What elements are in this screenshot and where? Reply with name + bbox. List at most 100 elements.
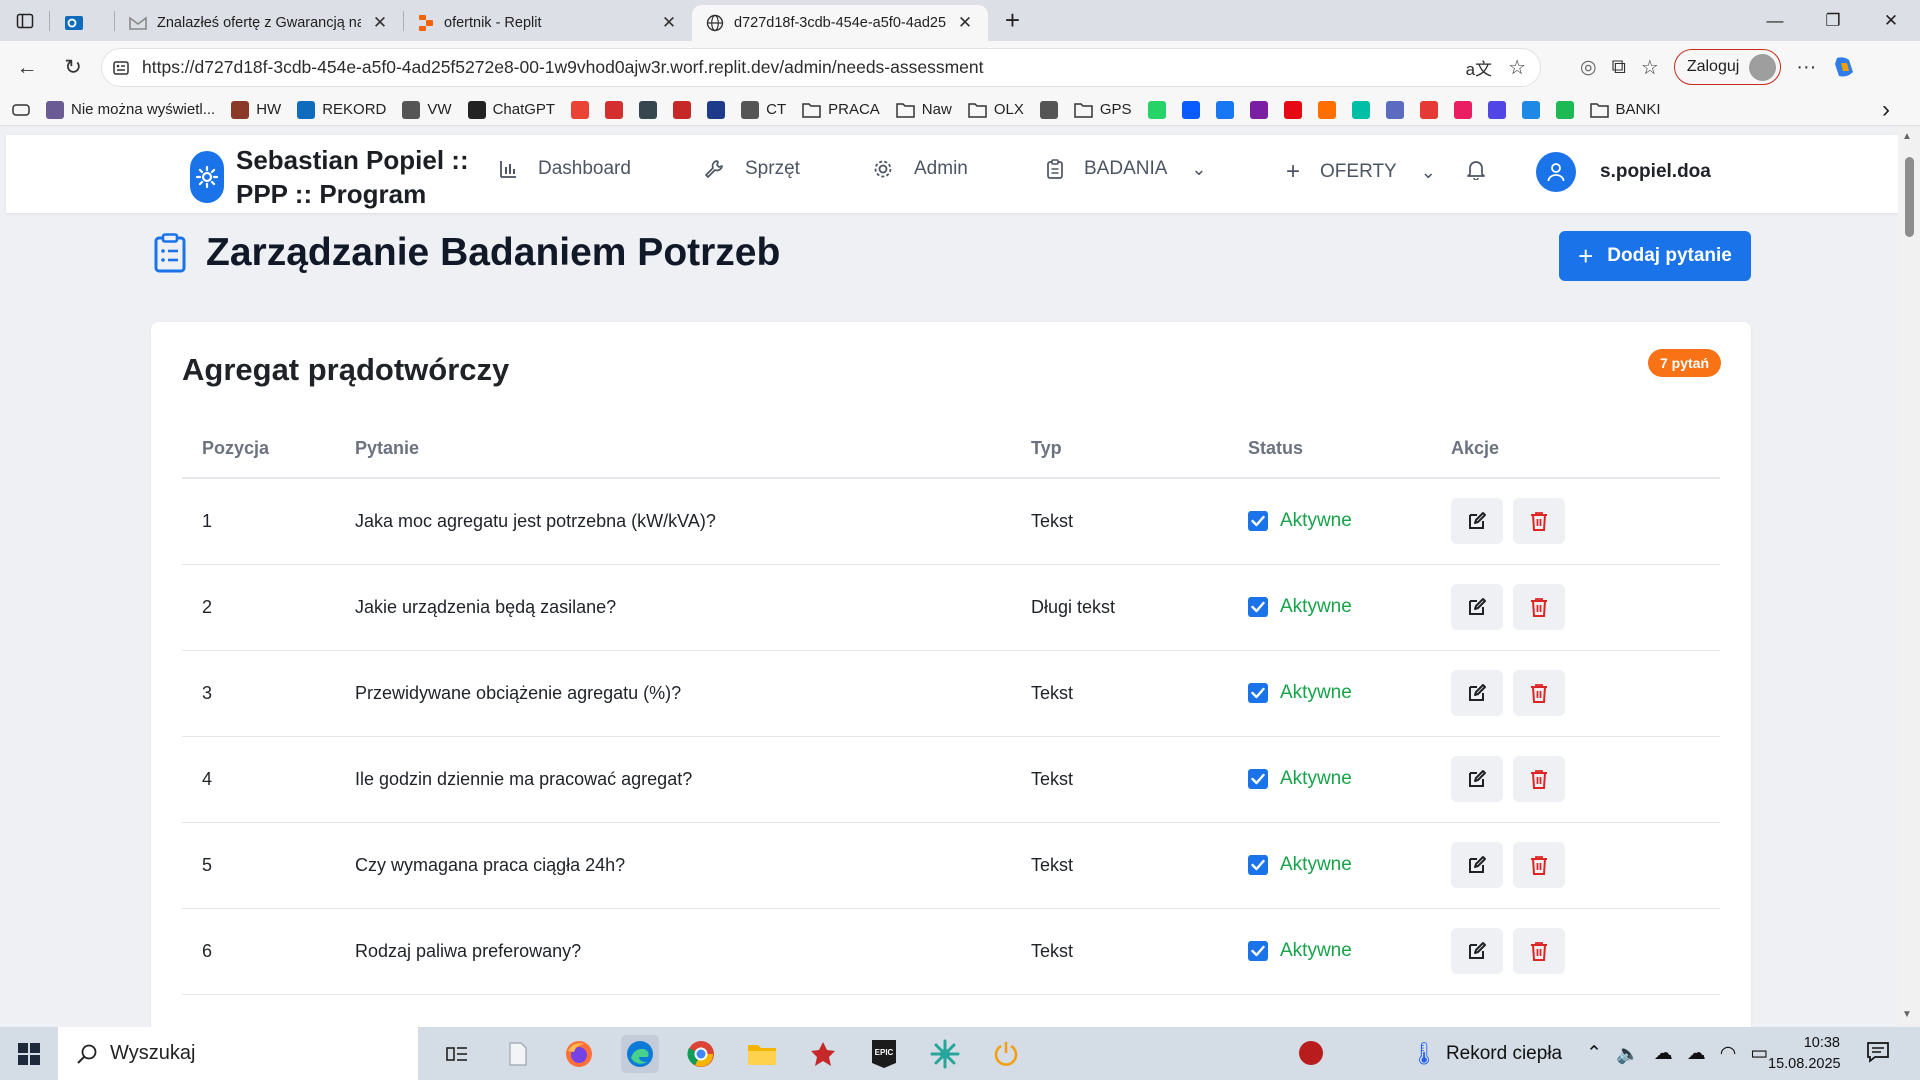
active-checkbox[interactable] [1248, 855, 1268, 875]
close-tab-icon[interactable]: ✕ [956, 13, 974, 33]
edit-button[interactable] [1451, 842, 1503, 888]
bookmark-item[interactable]: Naw [888, 96, 960, 124]
site-info-icon[interactable] [112, 59, 130, 77]
bookmark-item[interactable] [597, 96, 631, 124]
bookmark-item[interactable]: VW [394, 96, 459, 124]
address-bar[interactable]: https://d727d18f-3cdb-454e-a5f0-4ad25f52… [101, 48, 1541, 87]
bookmark-item[interactable] [699, 96, 733, 124]
add-question-button[interactable]: + Dodaj pytanie [1559, 231, 1751, 281]
onedrive-icon[interactable]: ☁ [1687, 1042, 1706, 1065]
close-window-button[interactable]: ✕ [1862, 0, 1920, 41]
bookmark-item[interactable]: CT [733, 96, 794, 124]
close-tab-icon[interactable]: ✕ [371, 13, 389, 33]
minimize-button[interactable]: — [1746, 0, 1804, 41]
nav-dashboard[interactable]: Dashboard [498, 158, 631, 180]
taskbar-clock[interactable]: 10:38 15.08.2025 [1768, 1033, 1841, 1075]
tab-actions-button[interactable] [0, 0, 49, 41]
tab-active-app[interactable]: d727d18f-3cdb-454e-a5f0-4ad25 ✕ [692, 5, 988, 41]
file-icon[interactable] [499, 1035, 537, 1073]
new-tab-button[interactable]: + [988, 0, 1037, 41]
bookmark-item[interactable]: PRACA [794, 96, 888, 124]
bookmark-item[interactable] [1242, 96, 1276, 124]
network-off-icon[interactable]: ☁ [1654, 1042, 1673, 1065]
bookmark-item[interactable] [1412, 96, 1446, 124]
bookmark-item[interactable] [1310, 96, 1344, 124]
task-view-icon[interactable] [438, 1035, 476, 1073]
active-checkbox[interactable] [1248, 769, 1268, 789]
taskbar-search[interactable]: Wyszukaj [58, 1027, 418, 1080]
scroll-down-icon[interactable]: ▼ [1902, 1009, 1912, 1020]
bookmark-item[interactable]: ChatGPT [460, 96, 564, 124]
bookmark-item[interactable]: HW [223, 96, 289, 124]
nav-badania[interactable]: BADANIA ⌄ [1046, 158, 1207, 180]
bookmark-item[interactable] [665, 96, 699, 124]
edit-button[interactable] [1451, 928, 1503, 974]
nav-admin[interactable]: Admin [872, 158, 968, 180]
delete-button[interactable] [1513, 842, 1565, 888]
translate-icon[interactable]: a文 [1466, 55, 1492, 80]
speaker-icon[interactable]: 🔈 [1616, 1042, 1640, 1066]
page-scrollbar[interactable]: ▲ ▼ [1898, 127, 1920, 1027]
notifications-icon[interactable] [1866, 1040, 1890, 1064]
bookmarks-more-icon[interactable]: › [1874, 96, 1898, 124]
red-tray-app-icon[interactable] [1298, 1040, 1324, 1066]
scroll-thumb[interactable] [1905, 157, 1914, 237]
bookmark-item[interactable]: REKORD [289, 96, 394, 124]
firefox-icon[interactable] [560, 1035, 598, 1073]
active-checkbox[interactable] [1248, 941, 1268, 961]
bookmark-item[interactable] [1514, 96, 1548, 124]
edit-button[interactable] [1451, 670, 1503, 716]
bookmark-item[interactable] [1140, 96, 1174, 124]
bookmark-item[interactable] [563, 96, 597, 124]
favorite-star-icon[interactable]: ☆ [1508, 55, 1526, 80]
delete-button[interactable] [1513, 928, 1565, 974]
user-menu[interactable]: s.popiel.doa [1536, 152, 1711, 192]
nav-oferty[interactable]: + OFERTY ⌄ [1286, 158, 1436, 186]
file-explorer-icon[interactable] [743, 1035, 781, 1073]
wifi-icon[interactable]: ◠ [1720, 1042, 1737, 1065]
bookmark-item[interactable]: GPS [1066, 96, 1140, 124]
tab-replit[interactable]: ofertnik - Replit ✕ [404, 5, 692, 41]
teal-app-icon[interactable] [926, 1035, 964, 1073]
edit-button[interactable] [1451, 756, 1503, 802]
brand[interactable]: Sebastian Popiel :: PPP :: Program [190, 143, 469, 211]
reading-view-icon[interactable] [0, 96, 38, 124]
back-button[interactable]: ← [4, 48, 50, 88]
power-app-icon[interactable] [987, 1035, 1025, 1073]
scroll-up-icon[interactable]: ▲ [1902, 131, 1912, 142]
start-button[interactable] [0, 1027, 58, 1080]
bookmark-item[interactable]: BANKI [1582, 96, 1669, 124]
close-tab-icon[interactable]: ✕ [660, 13, 678, 33]
weather-text[interactable]: Rekord ciepła [1446, 1043, 1562, 1065]
maximize-button[interactable]: ❐ [1804, 0, 1862, 41]
more-options-icon[interactable]: ··· [1796, 56, 1816, 79]
bookmark-item[interactable] [1208, 96, 1242, 124]
delete-button[interactable] [1513, 584, 1565, 630]
bookmark-item[interactable]: Nie można wyświetl... [38, 96, 223, 124]
edge-icon[interactable] [621, 1034, 659, 1073]
epic-games-icon[interactable]: EPIC [865, 1035, 903, 1073]
bookmark-item[interactable] [631, 96, 665, 124]
delete-button[interactable] [1513, 756, 1565, 802]
copilot-chat-icon[interactable]: ◎ [1580, 56, 1597, 79]
bookmark-item[interactable]: OLX [960, 96, 1032, 124]
extensions-icon[interactable]: ⧉ [1612, 56, 1626, 79]
tab-gmail[interactable]: Znalazłeś ofertę z Gwarancją najn ✕ [115, 5, 403, 41]
active-checkbox[interactable] [1248, 597, 1268, 617]
delete-button[interactable] [1513, 670, 1565, 716]
game-app-icon[interactable] [804, 1035, 842, 1073]
bookmark-item[interactable] [1480, 96, 1514, 124]
active-checkbox[interactable] [1248, 683, 1268, 703]
chrome-icon[interactable] [682, 1035, 720, 1073]
delete-button[interactable] [1513, 498, 1565, 545]
chevron-up-icon[interactable]: ⌃ [1586, 1042, 1602, 1065]
notifications-button[interactable] [1466, 158, 1486, 180]
bookmark-item[interactable] [1032, 96, 1066, 124]
bookmark-item[interactable] [1378, 96, 1412, 124]
bookmark-item[interactable] [1344, 96, 1378, 124]
active-checkbox[interactable] [1248, 511, 1268, 532]
edit-button[interactable] [1451, 584, 1503, 630]
bookmark-item[interactable] [1446, 96, 1480, 124]
bookmark-item[interactable] [1276, 96, 1310, 124]
favorites-icon[interactable]: ☆ [1641, 55, 1659, 80]
